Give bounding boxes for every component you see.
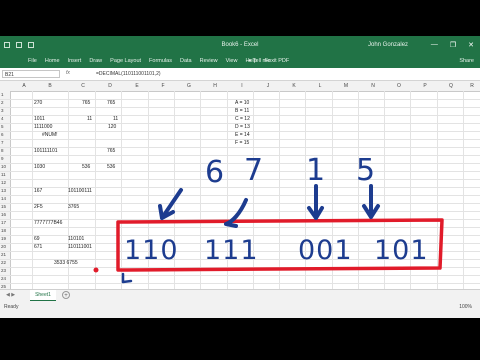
ink-group-110: 110 [124, 235, 179, 266]
ink-digit-5: 5 [356, 153, 375, 188]
ink-annotation: 6 7 1 5 110 111 001 101 [93, 153, 444, 284]
ink-red-dot [93, 267, 99, 273]
ink-digit-7: 7 [244, 153, 263, 188]
ink-group-111: 111 [204, 235, 259, 266]
ink-group-001: 001 [298, 235, 353, 266]
ink-digit-6: 6 [205, 155, 224, 190]
ink-digit-1: 1 [306, 153, 325, 188]
ink-arrow-1 [158, 188, 183, 220]
ink-group-101: 101 [374, 235, 429, 266]
ink-arrow-4 [362, 184, 380, 219]
ink-tick [121, 272, 133, 284]
ink-arrow-3 [307, 184, 324, 220]
